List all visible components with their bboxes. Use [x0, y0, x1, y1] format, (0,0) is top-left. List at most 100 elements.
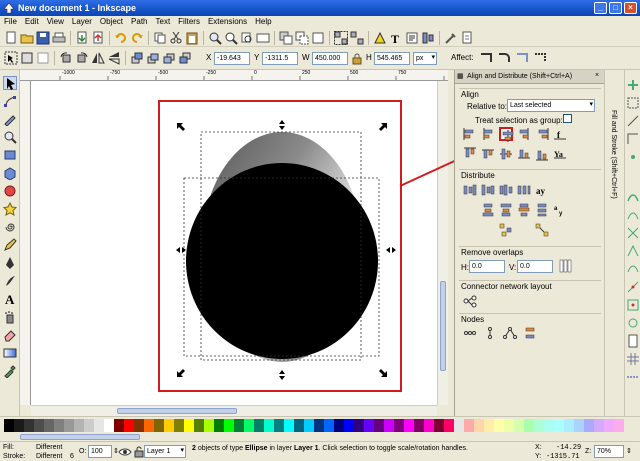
- zoom-drawing-icon[interactable]: [224, 31, 238, 45]
- color-swatch[interactable]: [374, 419, 384, 432]
- color-swatch[interactable]: [414, 419, 424, 432]
- zoom-field[interactable]: 70%: [594, 445, 624, 458]
- distribute-gaps-v-icon[interactable]: [535, 203, 549, 217]
- color-swatch[interactable]: [104, 419, 114, 432]
- ungroup-icon[interactable]: [350, 31, 364, 45]
- align-text-baseline-icon[interactable]: Ya: [553, 147, 567, 161]
- color-swatch[interactable]: [344, 419, 354, 432]
- stroke-value[interactable]: Different: [36, 453, 62, 460]
- text-font-icon[interactable]: T: [389, 31, 403, 46]
- rotate-cw-icon[interactable]: [75, 51, 89, 65]
- y-field[interactable]: -1311.5: [262, 52, 298, 65]
- color-swatch[interactable]: [614, 419, 624, 432]
- align-top-to-bottom-icon[interactable]: [535, 147, 549, 161]
- paste-icon[interactable]: [185, 31, 199, 45]
- distribute-center-v-icon[interactable]: [499, 203, 513, 217]
- eraser-tool-icon[interactable]: [3, 328, 17, 342]
- pencil-tool-icon[interactable]: [3, 238, 17, 252]
- fill-stroke-tab[interactable]: Fill and Stroke (Shift+Ctrl+F): [610, 110, 617, 199]
- color-swatch[interactable]: [194, 419, 204, 432]
- selector-tool-icon[interactable]: [3, 76, 17, 90]
- h-gap-field[interactable]: 0.0: [469, 260, 505, 273]
- distribute-top-icon[interactable]: [481, 203, 495, 217]
- color-swatch[interactable]: [544, 419, 554, 432]
- menu-object[interactable]: Object: [96, 16, 127, 26]
- center-horizontal-axis-icon[interactable]: [499, 147, 513, 161]
- color-swatch[interactable]: [234, 419, 244, 432]
- unclump-icon[interactable]: [535, 223, 549, 237]
- color-swatch[interactable]: [394, 419, 404, 432]
- snap-line-midpoints-icon[interactable]: [626, 280, 640, 294]
- select-all-icon[interactable]: [4, 51, 18, 65]
- color-swatch[interactable]: [564, 419, 574, 432]
- distribute-center-h-icon[interactable]: [481, 183, 495, 197]
- snap-smooth-nodes-icon[interactable]: [626, 262, 640, 276]
- h-field[interactable]: 545.465: [374, 52, 410, 65]
- open-icon[interactable]: [20, 31, 34, 45]
- raise-to-top-icon[interactable]: [130, 51, 144, 65]
- xml-editor-icon[interactable]: [405, 31, 419, 45]
- unit-select[interactable]: px ▾: [413, 52, 437, 65]
- color-swatch[interactable]: [434, 419, 444, 432]
- distribute-gaps-h-icon[interactable]: [517, 183, 531, 197]
- distribute-text-v-icon[interactable]: ay: [553, 203, 567, 217]
- treat-group-checkbox[interactable]: [563, 114, 572, 123]
- color-swatch[interactable]: [454, 419, 464, 432]
- color-swatch[interactable]: [474, 419, 484, 432]
- center-vertical-axis-icon[interactable]: [499, 127, 514, 142]
- snap-path-intersections-icon[interactable]: [626, 226, 640, 240]
- rotate-ccw-icon[interactable]: [59, 51, 73, 65]
- color-swatch[interactable]: [34, 419, 44, 432]
- menu-file[interactable]: File: [0, 16, 21, 26]
- zoom-width-icon[interactable]: [256, 31, 270, 45]
- minimize-button[interactable]: _: [594, 2, 607, 14]
- color-swatch[interactable]: [554, 419, 564, 432]
- print-icon[interactable]: [52, 31, 66, 45]
- horizontal-scrollbar[interactable]: [31, 405, 437, 416]
- nodes-align-h-icon[interactable]: [463, 326, 477, 340]
- color-swatch[interactable]: [154, 419, 164, 432]
- menu-help[interactable]: Help: [251, 16, 275, 26]
- color-swatch[interactable]: [504, 419, 514, 432]
- color-swatch[interactable]: [144, 419, 154, 432]
- snap-bbox-corner-icon[interactable]: [626, 132, 640, 146]
- color-swatch[interactable]: [174, 419, 184, 432]
- color-swatch[interactable]: [184, 419, 194, 432]
- color-swatch[interactable]: [274, 419, 284, 432]
- color-swatch[interactable]: [304, 419, 314, 432]
- affect-gradients-icon[interactable]: [515, 51, 529, 65]
- color-swatch[interactable]: [254, 419, 264, 432]
- color-swatch[interactable]: [594, 419, 604, 432]
- dropper-tool-icon[interactable]: [3, 364, 17, 379]
- lower-icon[interactable]: [162, 51, 176, 65]
- rectangle-tool-icon[interactable]: [3, 148, 17, 162]
- color-swatch[interactable]: [124, 419, 134, 432]
- color-swatch[interactable]: [114, 419, 124, 432]
- color-swatch[interactable]: [334, 419, 344, 432]
- menu-extensions[interactable]: Extensions: [204, 16, 251, 26]
- fill-stroke-icon[interactable]: [373, 31, 387, 45]
- relative-to-select[interactable]: Last selected ▾: [507, 99, 595, 112]
- vertical-scrollbar[interactable]: [437, 81, 448, 405]
- snap-grid-icon[interactable]: [626, 352, 640, 366]
- color-swatch[interactable]: [14, 419, 24, 432]
- x-field[interactable]: -19.643: [214, 52, 250, 65]
- color-swatch[interactable]: [4, 419, 14, 432]
- color-swatch[interactable]: [424, 419, 434, 432]
- spin-arrows-icon[interactable]: ⇕: [626, 447, 632, 455]
- menu-filters[interactable]: Filters: [174, 16, 204, 26]
- distribute-left-icon[interactable]: [463, 183, 477, 197]
- color-swatch[interactable]: [534, 419, 544, 432]
- affect-rounded-corners-icon[interactable]: [497, 51, 511, 65]
- snap-bbox-edge-icon[interactable]: [626, 114, 640, 128]
- document-properties-icon[interactable]: [460, 31, 474, 45]
- zoom-selection-icon[interactable]: [208, 31, 222, 45]
- close-button[interactable]: ×: [624, 2, 637, 14]
- color-swatch[interactable]: [324, 419, 334, 432]
- color-swatch[interactable]: [494, 419, 504, 432]
- distribute-bottom-icon[interactable]: [517, 203, 531, 217]
- color-swatch[interactable]: [84, 419, 94, 432]
- tweak-tool-icon[interactable]: [3, 112, 17, 127]
- raise-icon[interactable]: [146, 51, 160, 65]
- deselect-icon[interactable]: [36, 51, 50, 65]
